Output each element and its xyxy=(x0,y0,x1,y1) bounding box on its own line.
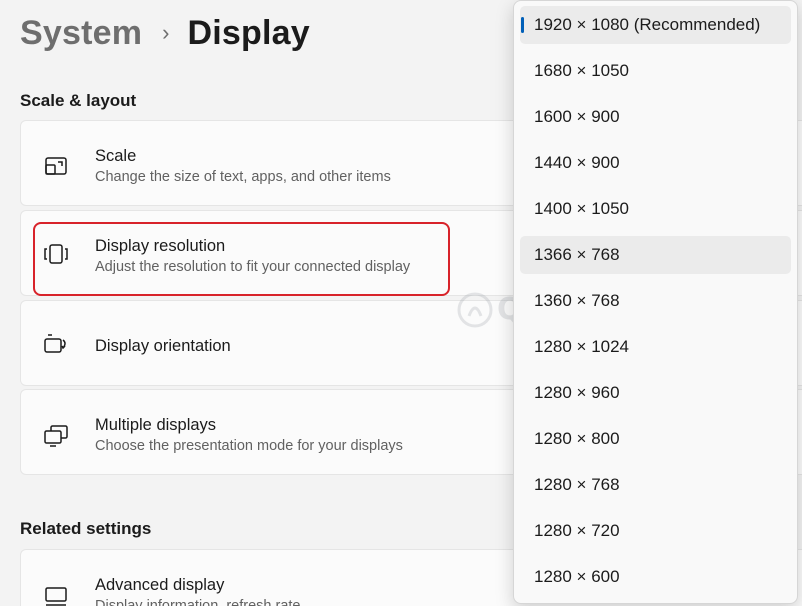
multiple-displays-description: Choose the presentation mode for your di… xyxy=(95,438,403,454)
multiple-displays-icon xyxy=(43,423,69,449)
section-title-scale-layout: Scale & layout xyxy=(20,91,137,110)
breadcrumb: System › Display xyxy=(20,14,310,53)
resolution-option[interactable]: 1360 × 768 xyxy=(520,282,791,320)
resolution-option[interactable]: 1280 × 600 xyxy=(520,558,791,596)
annotation-highlight-box xyxy=(33,222,450,296)
resolution-option[interactable]: 1366 × 768 xyxy=(520,236,791,274)
breadcrumb-separator-icon: › xyxy=(162,19,170,45)
resolution-dropdown-list[interactable]: 1920 × 1080 (Recommended) 1680 × 1050 16… xyxy=(513,0,798,604)
advanced-display-title: Advanced display xyxy=(95,576,225,594)
monitor-icon xyxy=(43,583,69,606)
section-title-related-settings: Related settings xyxy=(20,519,152,538)
display-orientation-title: Display orientation xyxy=(95,337,231,355)
settings-display-page: System › Display Scale & layout Scale Ch… xyxy=(0,0,802,606)
scale-icon xyxy=(43,152,69,178)
selected-indicator xyxy=(521,17,524,33)
advanced-display-description: Display information, refresh rate xyxy=(95,598,301,606)
resolution-option[interactable]: 1920 × 1080 (Recommended) xyxy=(520,6,791,44)
breadcrumb-system[interactable]: System xyxy=(20,14,142,53)
scale-description: Change the size of text, apps, and other… xyxy=(95,169,391,185)
resolution-option[interactable]: 1400 × 1050 xyxy=(520,190,791,228)
resolution-option[interactable]: 1680 × 1050 xyxy=(520,52,791,90)
orientation-icon xyxy=(43,332,69,358)
resolution-option[interactable]: 1600 × 900 xyxy=(520,98,791,136)
resolution-option[interactable]: 1280 × 960 xyxy=(520,374,791,412)
multiple-displays-title: Multiple displays xyxy=(95,416,217,434)
resolution-option[interactable]: 1440 × 900 xyxy=(520,144,791,182)
scale-title: Scale xyxy=(95,147,137,165)
resolution-option[interactable]: 1280 × 768 xyxy=(520,466,791,504)
resolution-option[interactable]: 1280 × 800 xyxy=(520,420,791,458)
page-title: Display xyxy=(187,14,310,52)
resolution-option[interactable]: 1280 × 720 xyxy=(520,512,791,550)
resolution-option[interactable]: 1280 × 1024 xyxy=(520,328,791,366)
